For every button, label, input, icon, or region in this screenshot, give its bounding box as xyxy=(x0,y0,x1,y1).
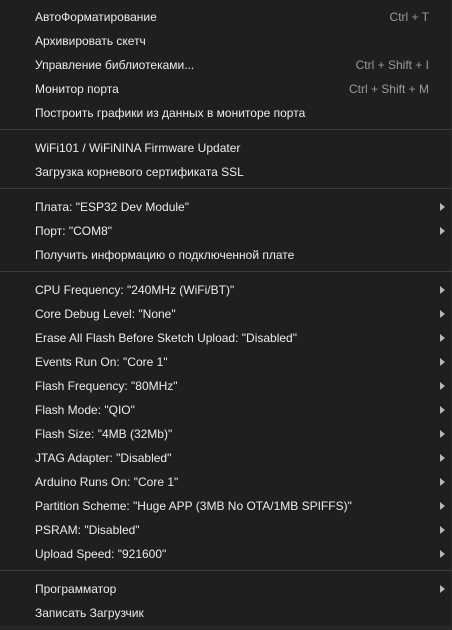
menu-item-label: Программатор xyxy=(35,582,117,596)
menu-item-label: Flash Frequency: "80MHz" xyxy=(35,379,178,393)
menu-item-port[interactable]: Порт: "COM8" xyxy=(0,219,452,243)
menu-item-core-debug-level[interactable]: Core Debug Level: "None" xyxy=(0,302,452,326)
chevron-right-icon xyxy=(440,334,445,342)
menu-item-label: CPU Frequency: "240MHz (WiFi/BT)" xyxy=(35,283,235,297)
menu-item-label: Arduino Runs On: "Core 1" xyxy=(35,475,179,489)
menu-item-firmware-updater[interactable]: WiFi101 / WiFiNINA Firmware Updater xyxy=(0,136,452,160)
menu-bottom-edge xyxy=(0,626,452,630)
menu-item-label: PSRAM: "Disabled" xyxy=(35,523,140,537)
menu-item-cpu-frequency[interactable]: CPU Frequency: "240MHz (WiFi/BT)" xyxy=(0,278,452,302)
menu-item-events-run-on[interactable]: Events Run On: "Core 1" xyxy=(0,350,452,374)
menu-item-label: Монитор порта xyxy=(35,82,119,96)
menu-separator xyxy=(0,570,452,571)
menu-item-label: WiFi101 / WiFiNINA Firmware Updater xyxy=(35,141,241,155)
menu-item-programmer[interactable]: Программатор xyxy=(0,577,452,601)
menu-item-label: Flash Mode: "QIO" xyxy=(35,403,135,417)
menu-item-label: АвтоФорматирование xyxy=(35,10,157,24)
chevron-right-icon xyxy=(440,585,445,593)
menu-item-serial-monitor[interactable]: Монитор порта Ctrl + Shift + M xyxy=(0,77,452,101)
menu-item-upload-speed[interactable]: Upload Speed: "921600" xyxy=(0,542,452,566)
menu-item-board[interactable]: Плата: "ESP32 Dev Module" xyxy=(0,195,452,219)
menu-item-flash-frequency[interactable]: Flash Frequency: "80MHz" xyxy=(0,374,452,398)
menu-item-ssl-certificate[interactable]: Загрузка корневого сертификата SSL xyxy=(0,160,452,184)
menu-item-archive-sketch[interactable]: Архивировать скетч xyxy=(0,29,452,53)
chevron-right-icon xyxy=(440,203,445,211)
chevron-right-icon xyxy=(440,430,445,438)
menu-item-label: Получить информацию о подключенной плате xyxy=(35,248,295,262)
menu-item-label: Загрузка корневого сертификата SSL xyxy=(35,165,244,179)
menu-item-label: Управление библиотеками... xyxy=(35,58,195,72)
menu-item-label: Partition Scheme: "Huge APP (3MB No OTA/… xyxy=(35,499,352,513)
menu-item-label: Events Run On: "Core 1" xyxy=(35,355,168,369)
menu-item-label: Построить графики из данных в мониторе п… xyxy=(35,106,306,120)
menu-separator xyxy=(0,271,452,272)
menu-item-board-info[interactable]: Получить информацию о подключенной плате xyxy=(0,243,452,267)
menu-item-serial-plotter[interactable]: Построить графики из данных в мониторе п… xyxy=(0,101,452,125)
chevron-right-icon xyxy=(440,502,445,510)
menu-item-label: Erase All Flash Before Sketch Upload: "D… xyxy=(35,331,297,345)
menu-item-label: Порт: "COM8" xyxy=(35,224,113,238)
menu-item-shortcut: Ctrl + T xyxy=(389,10,429,24)
menu-separator xyxy=(0,188,452,189)
chevron-right-icon xyxy=(440,454,445,462)
menu-item-shortcut: Ctrl + Shift + M xyxy=(348,82,429,96)
menu-item-label: Плата: "ESP32 Dev Module" xyxy=(35,200,189,214)
menu-item-label: Записать Загрузчик xyxy=(35,606,144,620)
menu-item-arduino-runs-on[interactable]: Arduino Runs On: "Core 1" xyxy=(0,470,452,494)
menu-item-autoformat[interactable]: АвтоФорматирование Ctrl + T xyxy=(0,5,452,29)
menu-separator xyxy=(0,129,452,130)
chevron-right-icon xyxy=(440,227,445,235)
menu-item-psram[interactable]: PSRAM: "Disabled" xyxy=(0,518,452,542)
chevron-right-icon xyxy=(440,550,445,558)
menu-item-flash-size[interactable]: Flash Size: "4MB (32Mb)" xyxy=(0,422,452,446)
menu-item-flash-mode[interactable]: Flash Mode: "QIO" xyxy=(0,398,452,422)
chevron-right-icon xyxy=(440,382,445,390)
menu-item-label: Core Debug Level: "None" xyxy=(35,307,176,321)
menu-item-shortcut: Ctrl + Shift + I xyxy=(355,58,429,72)
menu-item-erase-all-flash[interactable]: Erase All Flash Before Sketch Upload: "D… xyxy=(0,326,452,350)
chevron-right-icon xyxy=(440,406,445,414)
chevron-right-icon xyxy=(440,358,445,366)
menu-item-partition-scheme[interactable]: Partition Scheme: "Huge APP (3MB No OTA/… xyxy=(0,494,452,518)
chevron-right-icon xyxy=(440,526,445,534)
menu-item-label: Upload Speed: "921600" xyxy=(35,547,167,561)
menu-item-label: Flash Size: "4MB (32Mb)" xyxy=(35,427,173,441)
chevron-right-icon xyxy=(440,478,445,486)
chevron-right-icon xyxy=(440,310,445,318)
menu-item-label: Архивировать скетч xyxy=(35,34,146,48)
chevron-right-icon xyxy=(440,286,445,294)
menu-item-jtag-adapter[interactable]: JTAG Adapter: "Disabled" xyxy=(0,446,452,470)
menu-item-label: JTAG Adapter: "Disabled" xyxy=(35,451,172,465)
menu-item-burn-bootloader[interactable]: Записать Загрузчик xyxy=(0,601,452,625)
menu-item-manage-libraries[interactable]: Управление библиотеками... Ctrl + Shift … xyxy=(0,53,452,77)
tools-menu: АвтоФорматирование Ctrl + T Архивировать… xyxy=(0,0,452,630)
